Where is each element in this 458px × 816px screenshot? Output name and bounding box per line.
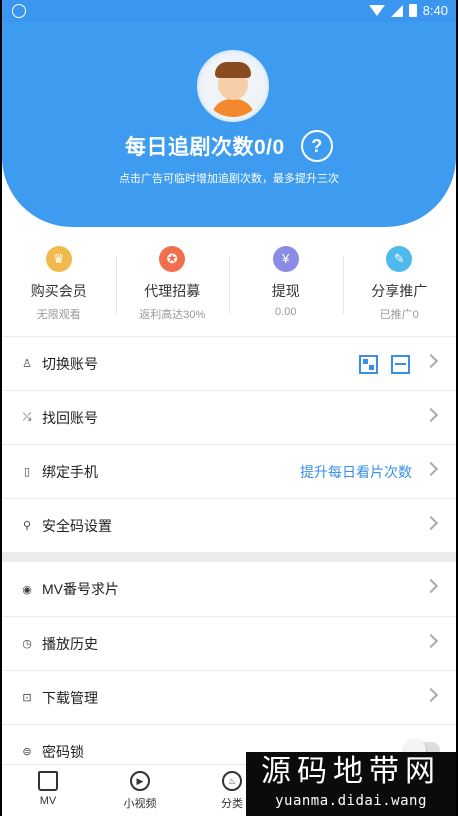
flame-icon: ♨ — [222, 771, 242, 791]
share-icon: ✎ — [386, 246, 413, 272]
scan-icon[interactable] — [391, 355, 410, 374]
quick-action-sub: 返利高达30% — [139, 309, 206, 321]
menu-mv-request[interactable]: ◉ MV番号求片 — [2, 562, 456, 616]
recover-icon: ⤯ — [22, 411, 32, 423]
quick-action-label: 代理招募 — [144, 283, 201, 299]
chevron-right-icon — [423, 353, 439, 369]
menu-label: 下载管理 — [42, 689, 98, 706]
chevron-right-icon — [423, 578, 439, 594]
download-icon: ⊡ — [22, 692, 32, 704]
quick-action-label: 提现 — [271, 283, 300, 299]
menu-history[interactable]: ◷ 播放历史 — [2, 616, 456, 670]
avatar-image — [202, 55, 264, 117]
menu-label: 密码锁 — [42, 743, 84, 760]
menu-bind-phone[interactable]: ▯ 绑定手机 提升每日看片次数 — [2, 444, 456, 498]
user-icon: ♙ — [22, 358, 32, 370]
watermark-title: 源码地带网 — [261, 754, 441, 789]
quick-action-label: 分享推广 — [371, 283, 428, 299]
status-bar: 8:40 — [2, 0, 456, 22]
key-icon: ⚲ — [22, 520, 32, 532]
menu-label: MV番号求片 — [42, 581, 119, 597]
avatar-hair — [215, 62, 251, 78]
menu-label: 切换账号 — [42, 355, 98, 372]
menu-label: 播放历史 — [42, 635, 98, 652]
chevron-right-icon — [423, 633, 439, 649]
quick-action-sub: 无限观看 — [36, 309, 81, 321]
quick-action-label: 购买会员 — [30, 283, 87, 299]
menu-label: 绑定手机 — [42, 463, 98, 480]
lock-icon: ⊜ — [22, 746, 32, 758]
play-icon: ▶ — [130, 771, 150, 791]
quick-action-share[interactable]: ✎ 分享推广 已推广0 — [342, 240, 457, 321]
qrcode-icon[interactable] — [359, 355, 378, 374]
chevron-right-icon — [423, 687, 439, 703]
notification-icon — [12, 4, 26, 18]
status-right: 8:40 — [368, 3, 448, 18]
nav-label: 小视频 — [123, 798, 157, 810]
quick-action-withdraw[interactable]: ¥ 提现 0.00 — [229, 240, 343, 320]
menu-label: 安全码设置 — [42, 517, 112, 534]
daily-quota-title: 每日追剧次数0/0 ? — [2, 130, 456, 162]
eye-icon: ◉ — [22, 583, 32, 596]
daily-quota-text: 每日追剧次数0/0 — [124, 136, 285, 159]
chevron-right-icon — [423, 515, 439, 531]
menu-downloads[interactable]: ⊡ 下载管理 — [2, 670, 456, 724]
menu-switch-account[interactable]: ♙ 切换账号 — [2, 336, 456, 390]
yen-icon: ¥ — [272, 246, 299, 272]
clock-icon: ◷ — [22, 638, 32, 650]
signal-icon — [390, 4, 403, 17]
menu-label: 找回账号 — [42, 409, 98, 426]
quick-action-vip[interactable]: ♛ 购买会员 无限观看 — [2, 240, 116, 321]
chevron-right-icon — [423, 407, 439, 423]
battery-icon — [408, 4, 417, 17]
avatar[interactable] — [197, 50, 269, 122]
home-icon — [38, 771, 58, 791]
app-screen: 8:40 每日追剧次数0/0 ? 点击广告可临时增加追剧次数，最多提升三次 ♛ … — [0, 0, 458, 816]
nav-label: MV — [39, 795, 57, 807]
medal-icon: ✪ — [159, 246, 186, 272]
menu-security-code[interactable]: ⚲ 安全码设置 — [2, 498, 456, 552]
section-divider — [2, 552, 456, 562]
quick-actions: ♛ 购买会员 无限观看 ✪ 代理招募 返利高达30% ¥ 提现 0.00 ✎ 分… — [2, 240, 457, 321]
help-icon[interactable]: ? — [301, 130, 334, 162]
settings-list: ♙ 切换账号 ⤯ 找回账号 ▯ 绑定手机 提升每日看片次数 ⚲ 安全码设置 ◉ … — [2, 336, 456, 778]
profile-header: 每日追剧次数0/0 ? 点击广告可临时增加追剧次数，最多提升三次 — [2, 22, 456, 227]
quota-hint: 点击广告可临时增加追剧次数，最多提升三次 — [119, 173, 339, 185]
nav-short-video[interactable]: ▶ 小视频 — [94, 765, 186, 816]
quick-action-agent[interactable]: ✪ 代理招募 返利高达30% — [115, 240, 230, 321]
quick-action-sub: 已推广0 — [379, 309, 419, 321]
bind-phone-hint: 提升每日看片次数 — [300, 463, 412, 480]
nav-mv[interactable]: MV — [2, 765, 94, 816]
status-time: 8:40 — [422, 3, 448, 18]
quick-action-sub: 0.00 — [275, 306, 297, 318]
wifi-icon — [368, 5, 385, 16]
watermark: 源码地带网 yuanma.didai.wang — [246, 752, 456, 816]
phone-icon: ▯ — [23, 466, 31, 478]
menu-recover-account[interactable]: ⤯ 找回账号 — [2, 390, 456, 444]
crown-icon: ♛ — [45, 246, 72, 272]
watermark-url: yuanma.didai.wang — [275, 793, 427, 809]
avatar-body — [211, 99, 255, 117]
chevron-right-icon — [423, 461, 439, 477]
